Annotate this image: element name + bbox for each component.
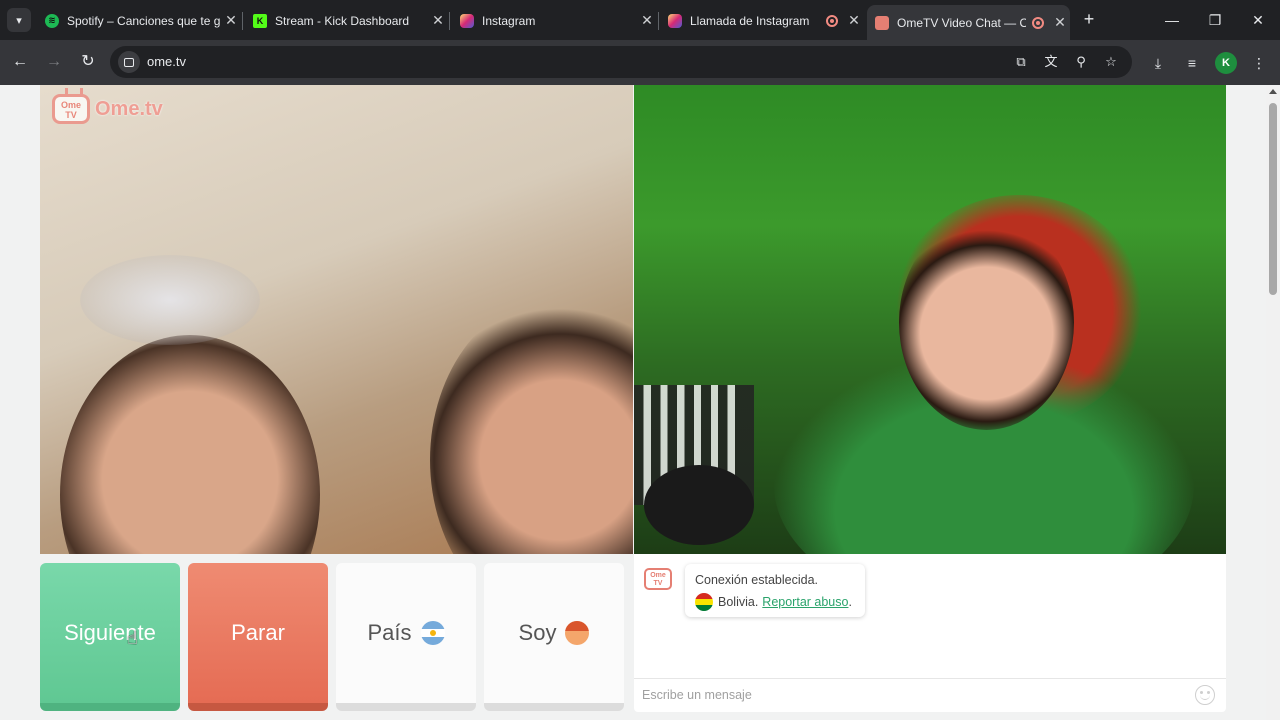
- ometv-tv-icon: Ome TV: [52, 94, 90, 124]
- tab-title: OmeTV Video Chat — O: [897, 15, 1026, 30]
- ometv-chat-avatar-icon: Ome TV: [644, 568, 672, 590]
- tab-kick[interactable]: K Stream - Kick Dashboard ✕: [245, 5, 448, 36]
- profile-avatar[interactable]: K: [1215, 52, 1237, 74]
- tab-title: Spotify – Canciones que te g: [67, 13, 221, 28]
- headwear-blur: [80, 255, 260, 345]
- recording-icon: [826, 14, 838, 27]
- hand-cursor-icon: ☝: [127, 628, 138, 648]
- instagram-icon: [668, 13, 682, 28]
- next-button-label: Siguiente: [64, 620, 156, 645]
- close-tab-icon[interactable]: ✕: [1050, 14, 1070, 31]
- stop-button-label: Parar: [231, 620, 285, 645]
- chat-panel: Ome TV Conexión establecida. Bolivia. Re…: [634, 554, 1226, 712]
- tab-search-chevron-icon[interactable]: ▾: [7, 8, 31, 32]
- bolivia-flag-icon: [695, 593, 713, 611]
- instagram-icon: [460, 13, 474, 28]
- microphone: [644, 465, 754, 545]
- close-tab-icon[interactable]: ✕: [844, 12, 864, 29]
- country-filter-button[interactable]: País: [336, 563, 476, 711]
- reload-icon[interactable]: ↻: [76, 50, 100, 74]
- media-control-icon[interactable]: ≡: [1181, 52, 1203, 74]
- connection-status: Conexión establecida.: [695, 573, 818, 587]
- browser-menu-icon[interactable]: ⋮: [1248, 52, 1270, 74]
- emoji-smiley-icon[interactable]: [1195, 685, 1215, 705]
- person-silhouette: [430, 295, 633, 554]
- tab-title: Instagram: [482, 13, 536, 28]
- tab-title: Stream - Kick Dashboard: [275, 13, 410, 28]
- scroll-up-arrow-icon[interactable]: [1269, 89, 1277, 94]
- message-input[interactable]: [642, 684, 1182, 706]
- close-tab-icon[interactable]: ✕: [637, 12, 657, 29]
- report-abuse-link[interactable]: Reportar abuso: [762, 595, 848, 609]
- close-window-icon[interactable]: ✕: [1238, 8, 1278, 32]
- camera-site-info-icon[interactable]: [118, 51, 140, 73]
- download-icon[interactable]: ⤓: [1147, 52, 1169, 74]
- new-tab-button[interactable]: +: [1078, 8, 1100, 30]
- system-message: Conexión establecida. Bolivia. Reportar …: [685, 564, 865, 617]
- partner-country: Bolivia.: [718, 595, 759, 609]
- ometv-logo-text: Ome.tv: [95, 97, 163, 120]
- restore-icon[interactable]: ❐: [1195, 8, 1235, 32]
- browser-tab-strip: ▾ ≋ Spotify – Canciones que te g ✕ K Str…: [0, 0, 1280, 40]
- ometv-icon: [875, 15, 889, 30]
- tab-spotify[interactable]: ≋ Spotify – Canciones que te g ✕: [37, 5, 241, 36]
- gender-button[interactable]: Soy: [484, 563, 624, 711]
- close-tab-icon[interactable]: ✕: [428, 12, 448, 29]
- minimize-icon[interactable]: —: [1152, 8, 1192, 32]
- argentina-flag-icon: [420, 621, 445, 645]
- report-suffix: .: [848, 595, 852, 609]
- tab-separator: [242, 12, 243, 30]
- recording-icon: [1032, 16, 1044, 29]
- person-silhouette: [60, 335, 320, 554]
- translate-icon[interactable]: 文: [1040, 52, 1062, 72]
- kick-icon: K: [253, 13, 267, 28]
- address-bar[interactable]: ome.tv ⧉ 文 ⚲ ☆: [110, 46, 1132, 78]
- browser-toolbar: ← → ↻ ome.tv ⧉ 文 ⚲ ☆ ⤓ ≡ K ⋮: [0, 40, 1280, 85]
- close-tab-icon[interactable]: ✕: [221, 12, 241, 29]
- country-button-label: País: [367, 620, 412, 645]
- zoom-icon[interactable]: ⚲: [1070, 52, 1092, 72]
- tab-title: Llamada de Instagram: [690, 13, 810, 28]
- message-composer: [634, 678, 1226, 712]
- page-scrollbar[interactable]: [1266, 85, 1280, 720]
- spotify-icon: ≋: [45, 13, 59, 28]
- install-app-icon[interactable]: ⧉: [1010, 52, 1032, 72]
- tab-separator: [658, 12, 659, 30]
- stop-button[interactable]: Parar: [188, 563, 328, 711]
- tab-instagram[interactable]: Instagram ✕: [452, 5, 657, 36]
- forward-arrow-icon[interactable]: →: [42, 50, 66, 74]
- gender-button-label: Soy: [518, 620, 557, 645]
- ometv-page: Ome TV Ome.tv Siguiente Parar País Soy ☝…: [0, 85, 1266, 720]
- scroll-thumb[interactable]: [1269, 103, 1277, 295]
- tab-separator: [449, 12, 450, 30]
- ometv-logo: Ome TV Ome.tv: [52, 94, 163, 124]
- bookmark-star-icon[interactable]: ☆: [1100, 52, 1122, 72]
- remote-video: Ome TV Ome.tv: [40, 85, 633, 554]
- tab-ometv[interactable]: OmeTV Video Chat — O ✕: [867, 5, 1070, 40]
- person-face: [899, 215, 1074, 430]
- boy-emoji-icon: [565, 621, 590, 645]
- back-arrow-icon[interactable]: ←: [8, 50, 32, 74]
- next-button[interactable]: Siguiente: [40, 563, 180, 711]
- local-video: [634, 85, 1226, 554]
- url-text[interactable]: ome.tv: [147, 54, 186, 69]
- tab-instagram-call[interactable]: Llamada de Instagram ✕: [660, 5, 864, 36]
